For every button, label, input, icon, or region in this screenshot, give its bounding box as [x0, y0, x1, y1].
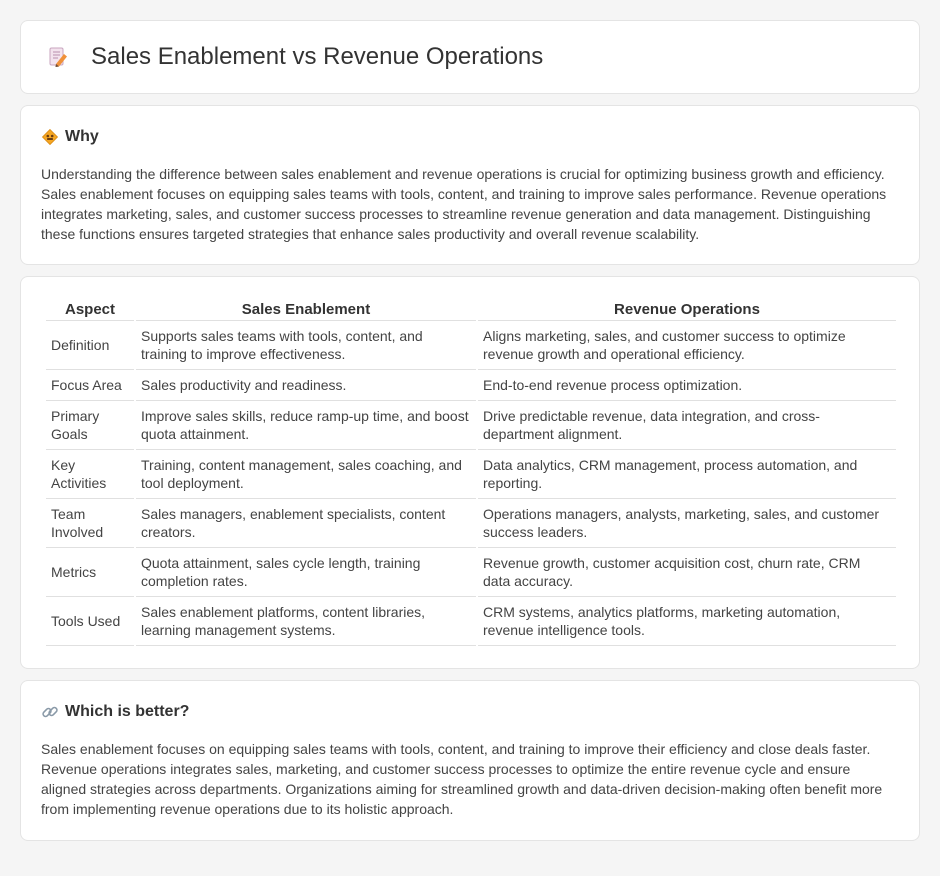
- column-header-aspect: Aspect: [46, 299, 134, 321]
- aspect-cell: Tools Used: [46, 597, 134, 646]
- sales-enablement-cell: Sales productivity and readiness.: [136, 370, 476, 401]
- sales-enablement-cell: Quota attainment, sales cycle length, tr…: [136, 548, 476, 597]
- revenue-operations-cell: End-to-end revenue process optimization.: [478, 370, 896, 401]
- which-header: Which is better?: [41, 703, 899, 721]
- aspect-cell: Key Activities: [46, 450, 134, 499]
- revenue-operations-cell: Revenue growth, customer acquisition cos…: [478, 548, 896, 597]
- which-title: Which is better?: [65, 703, 190, 720]
- why-title: Why: [65, 128, 99, 145]
- revenue-operations-cell: Drive predictable revenue, data integrat…: [478, 401, 896, 450]
- table-row: Team Involved Sales managers, enablement…: [46, 499, 896, 548]
- table-row: Focus Area Sales productivity and readin…: [46, 370, 896, 401]
- column-header-sales-enablement: Sales Enablement: [136, 299, 476, 321]
- aspect-cell: Focus Area: [46, 370, 134, 401]
- sales-enablement-cell: Supports sales teams with tools, content…: [136, 321, 476, 370]
- table-row: Tools Used Sales enablement platforms, c…: [46, 597, 896, 646]
- column-header-revenue-operations: Revenue Operations: [478, 299, 896, 321]
- document-pencil-icon: [47, 46, 69, 68]
- table-row: Key Activities Training, content managem…: [46, 450, 896, 499]
- page-title: Sales Enablement vs Revenue Operations: [91, 43, 544, 70]
- comparison-card: Aspect Sales Enablement Revenue Operatio…: [20, 276, 920, 669]
- why-section: Why Understanding the difference between…: [20, 105, 920, 265]
- why-header: Why: [41, 128, 899, 146]
- revenue-operations-cell: Aligns marketing, sales, and customer su…: [478, 321, 896, 370]
- sales-enablement-cell: Improve sales skills, reduce ramp-up tim…: [136, 401, 476, 450]
- sales-enablement-cell: Sales managers, enablement specialists, …: [136, 499, 476, 548]
- aspect-cell: Metrics: [46, 548, 134, 597]
- aspect-cell: Primary Goals: [46, 401, 134, 450]
- table-row: Metrics Quota attainment, sales cycle le…: [46, 548, 896, 597]
- diamond-sign-icon: [41, 128, 59, 146]
- revenue-operations-cell: Data analytics, CRM management, process …: [478, 450, 896, 499]
- sales-enablement-cell: Training, content management, sales coac…: [136, 450, 476, 499]
- which-section: Which is better? Sales enablement focuse…: [20, 680, 920, 841]
- sales-enablement-cell: Sales enablement platforms, content libr…: [136, 597, 476, 646]
- aspect-cell: Definition: [46, 321, 134, 370]
- aspect-cell: Team Involved: [46, 499, 134, 548]
- revenue-operations-cell: CRM systems, analytics platforms, market…: [478, 597, 896, 646]
- which-text: Sales enablement focuses on equipping sa…: [41, 741, 883, 817]
- title-card: Sales Enablement vs Revenue Operations: [20, 20, 920, 94]
- revenue-operations-cell: Operations managers, analysts, marketing…: [478, 499, 896, 548]
- table-row: Definition Supports sales teams with too…: [46, 321, 896, 370]
- link-icon: [41, 703, 59, 721]
- comparison-table: Aspect Sales Enablement Revenue Operatio…: [44, 299, 898, 646]
- why-text: Understanding the difference between sal…: [41, 166, 887, 242]
- table-row: Primary Goals Improve sales skills, redu…: [46, 401, 896, 450]
- table-header-row: Aspect Sales Enablement Revenue Operatio…: [46, 299, 896, 321]
